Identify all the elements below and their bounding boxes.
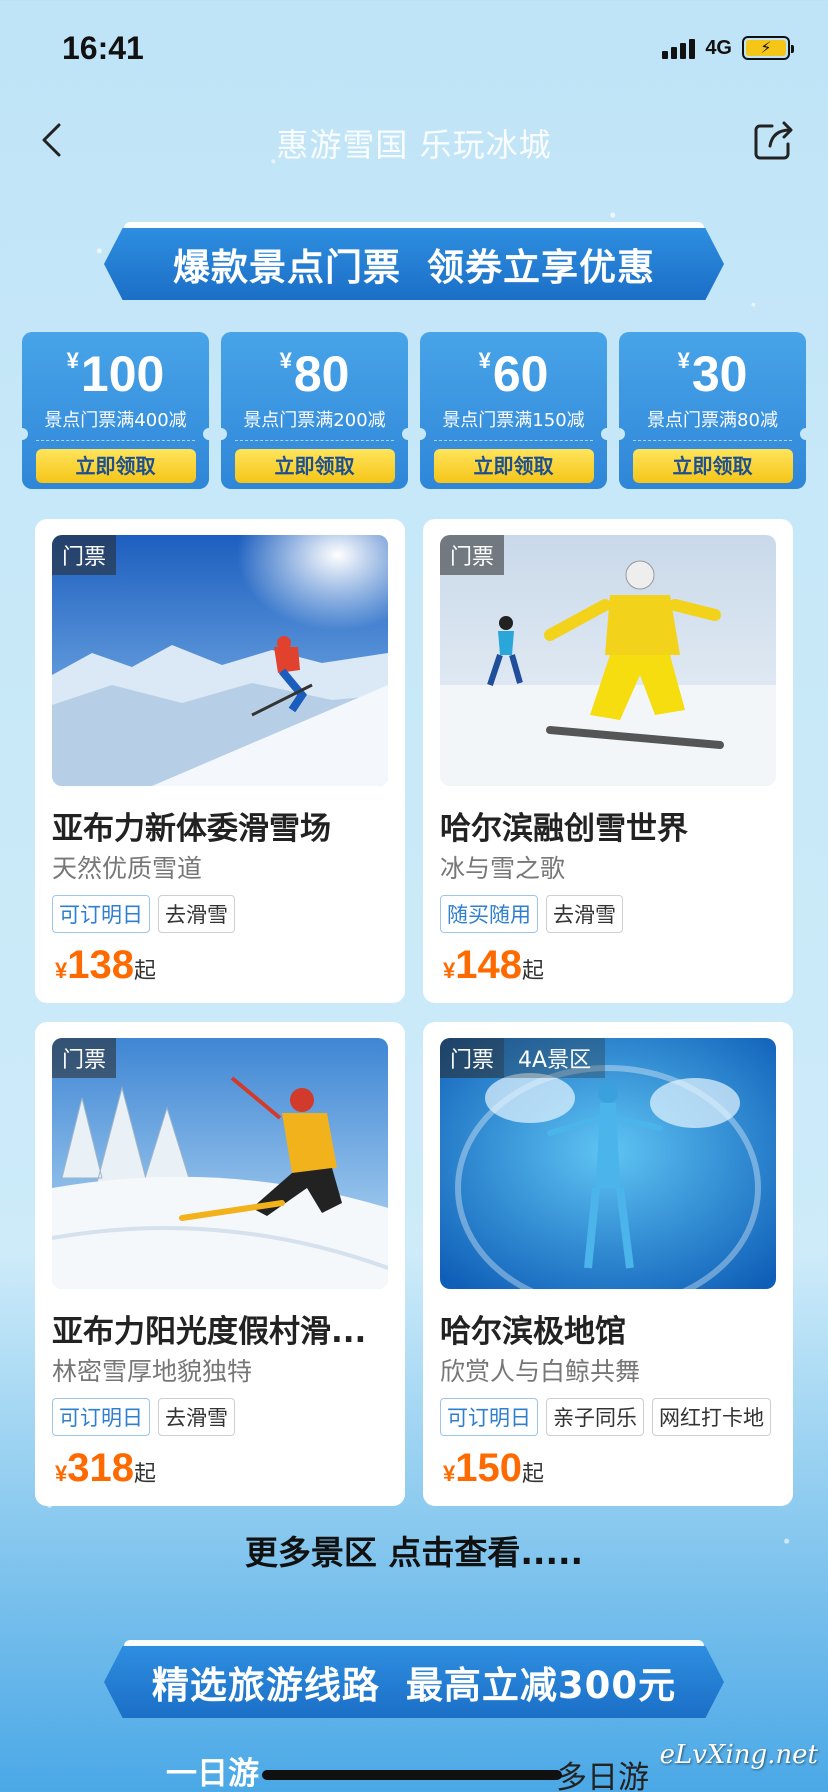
attraction-subtitle: 林密雪厚地貌独特 bbox=[52, 1357, 253, 1386]
coupon-divider bbox=[235, 440, 394, 441]
watermark: eLvXing.net bbox=[659, 1740, 818, 1770]
banner-right-text: 最高立减300元 bbox=[405, 1664, 677, 1707]
chip: 去滑雪 bbox=[546, 895, 623, 933]
image-tags: 门票 bbox=[52, 535, 117, 575]
banner-right-text: 领券立享优惠 bbox=[427, 246, 655, 289]
coupon-condition: 景点门票满150减 bbox=[442, 410, 585, 431]
promo-banner-tickets: 爆款景点门票 领券立享优惠 bbox=[104, 228, 724, 300]
attraction-card[interactable]: 门票 亚布力新体委滑雪场 天然优质雪道 可订明日 去滑雪 ¥138起 bbox=[35, 519, 405, 1003]
nav-bar: 惠游雪国 乐玩冰城 bbox=[0, 100, 828, 180]
attraction-title: 哈尔滨融创雪世界 bbox=[440, 811, 688, 847]
attraction-chips: 可订明日 去滑雪 bbox=[52, 895, 235, 933]
attraction-chips: 随买随用 去滑雪 bbox=[440, 895, 623, 933]
coupon-amount: ¥60 bbox=[478, 346, 549, 402]
price: ¥138起 bbox=[55, 943, 157, 987]
attraction-title: 亚布力新体委滑雪场 bbox=[52, 811, 331, 847]
tab-multi-day[interactable]: 多日游 bbox=[556, 1752, 649, 1792]
battery-icon: ⚡ bbox=[742, 36, 794, 60]
coupon-divider bbox=[633, 440, 792, 441]
image-tags: 门票 bbox=[440, 535, 505, 575]
coupon-list: ¥100 景点门票满400减 立即领取 ¥80 景点门票满200减 立即领取 ¥… bbox=[22, 332, 806, 489]
price: ¥318起 bbox=[55, 1446, 157, 1490]
tab-one-day[interactable]: 一日游 bbox=[166, 1748, 259, 1792]
coupon-amount: ¥30 bbox=[677, 346, 748, 402]
promo-banner-routes: 精选旅游线路 最高立减300元 bbox=[104, 1646, 724, 1718]
image-tags: 门票 bbox=[52, 1038, 117, 1078]
coupon-condition: 景点门票满80减 bbox=[647, 410, 778, 431]
chip: 去滑雪 bbox=[158, 895, 235, 933]
banner-left-text: 精选旅游线路 bbox=[151, 1664, 380, 1707]
scenic-level-tag: 4A景区 bbox=[504, 1038, 606, 1078]
chip: 随买随用 bbox=[440, 895, 538, 933]
status-time: 16:41 bbox=[62, 30, 144, 66]
attraction-subtitle: 天然优质雪道 bbox=[52, 854, 203, 883]
claim-coupon-button[interactable]: 立即领取 bbox=[234, 449, 395, 483]
attraction-card[interactable]: 门票 亚布力阳光度假村滑... 林密雪厚地貌独特 可订明日 去滑雪 ¥318起 bbox=[35, 1022, 405, 1506]
share-icon bbox=[754, 121, 793, 160]
ticket-tag: 门票 bbox=[440, 535, 505, 575]
claim-coupon-button[interactable]: 立即领取 bbox=[35, 449, 196, 483]
attraction-card[interactable]: 门票 4A景区 哈尔滨极地馆 欣赏人与白鲸共舞 可订明日 亲子同乐 网红打卡地 … bbox=[423, 1022, 793, 1506]
coupon-amount: ¥100 bbox=[66, 346, 165, 402]
coupon-amount: ¥80 bbox=[279, 346, 350, 402]
home-indicator[interactable] bbox=[262, 1770, 562, 1780]
attraction-card[interactable]: 门票 哈尔滨融创雪世界 冰与雪之歌 随买随用 去滑雪 ¥148起 bbox=[423, 519, 793, 1003]
price: ¥150起 bbox=[443, 1446, 545, 1490]
attraction-photo-beluga: 门票 4A景区 bbox=[440, 1038, 776, 1289]
coupon-card: ¥30 景点门票满80减 立即领取 bbox=[619, 332, 806, 489]
chip: 亲子同乐 bbox=[546, 1398, 644, 1436]
charging-bolt-icon: ⚡ bbox=[746, 40, 786, 56]
ticket-tag: 门票 bbox=[440, 1038, 505, 1078]
chip: 去滑雪 bbox=[158, 1398, 235, 1436]
attraction-chips: 可订明日 去滑雪 bbox=[52, 1398, 235, 1436]
page-title: 惠游雪国 乐玩冰城 bbox=[276, 126, 552, 164]
coupon-divider bbox=[434, 440, 593, 441]
attraction-photo-indoor-snowboard: 门票 bbox=[440, 535, 776, 786]
attraction-subtitle: 欣赏人与白鲸共舞 bbox=[440, 1357, 641, 1386]
price: ¥148起 bbox=[443, 943, 545, 987]
share-button[interactable] bbox=[750, 116, 798, 164]
banner-left-text: 爆款景点门票 bbox=[173, 246, 401, 289]
coupon-condition: 景点门票满200减 bbox=[243, 410, 386, 431]
attraction-photo-ski-slope: 门票 bbox=[52, 535, 388, 786]
attraction-chips: 可订明日 亲子同乐 网红打卡地 bbox=[440, 1398, 771, 1436]
chip: 可订明日 bbox=[52, 895, 150, 933]
coupon-card: ¥60 景点门票满150减 立即领取 bbox=[420, 332, 607, 489]
claim-coupon-button[interactable]: 立即领取 bbox=[433, 449, 594, 483]
more-attractions-link[interactable]: 更多景区 点击查看..... bbox=[0, 1526, 828, 1574]
network-type: 4G bbox=[705, 36, 732, 59]
signal-icon bbox=[662, 37, 696, 59]
claim-coupon-button[interactable]: 立即领取 bbox=[632, 449, 793, 483]
attraction-title: 哈尔滨极地馆 bbox=[440, 1314, 626, 1350]
attraction-subtitle: 冰与雪之歌 bbox=[440, 854, 566, 883]
ticket-tag: 门票 bbox=[52, 535, 117, 575]
image-tags: 门票 4A景区 bbox=[440, 1038, 606, 1078]
ticket-tag: 门票 bbox=[52, 1038, 117, 1078]
status-bar: 16:41 4G ⚡ bbox=[0, 0, 828, 100]
coupon-card: ¥80 景点门票满200减 立即领取 bbox=[221, 332, 408, 489]
coupon-card: ¥100 景点门票满400减 立即领取 bbox=[22, 332, 209, 489]
chip: 可订明日 bbox=[52, 1398, 150, 1436]
chip: 网红打卡地 bbox=[652, 1398, 771, 1436]
chip: 可订明日 bbox=[440, 1398, 538, 1436]
attraction-title: 亚布力阳光度假村滑... bbox=[52, 1314, 367, 1350]
status-indicators: 4G ⚡ bbox=[662, 36, 794, 60]
attraction-photo-skier-forest: 门票 bbox=[52, 1038, 388, 1289]
coupon-divider bbox=[36, 440, 195, 441]
coupon-condition: 景点门票满400减 bbox=[44, 410, 187, 431]
